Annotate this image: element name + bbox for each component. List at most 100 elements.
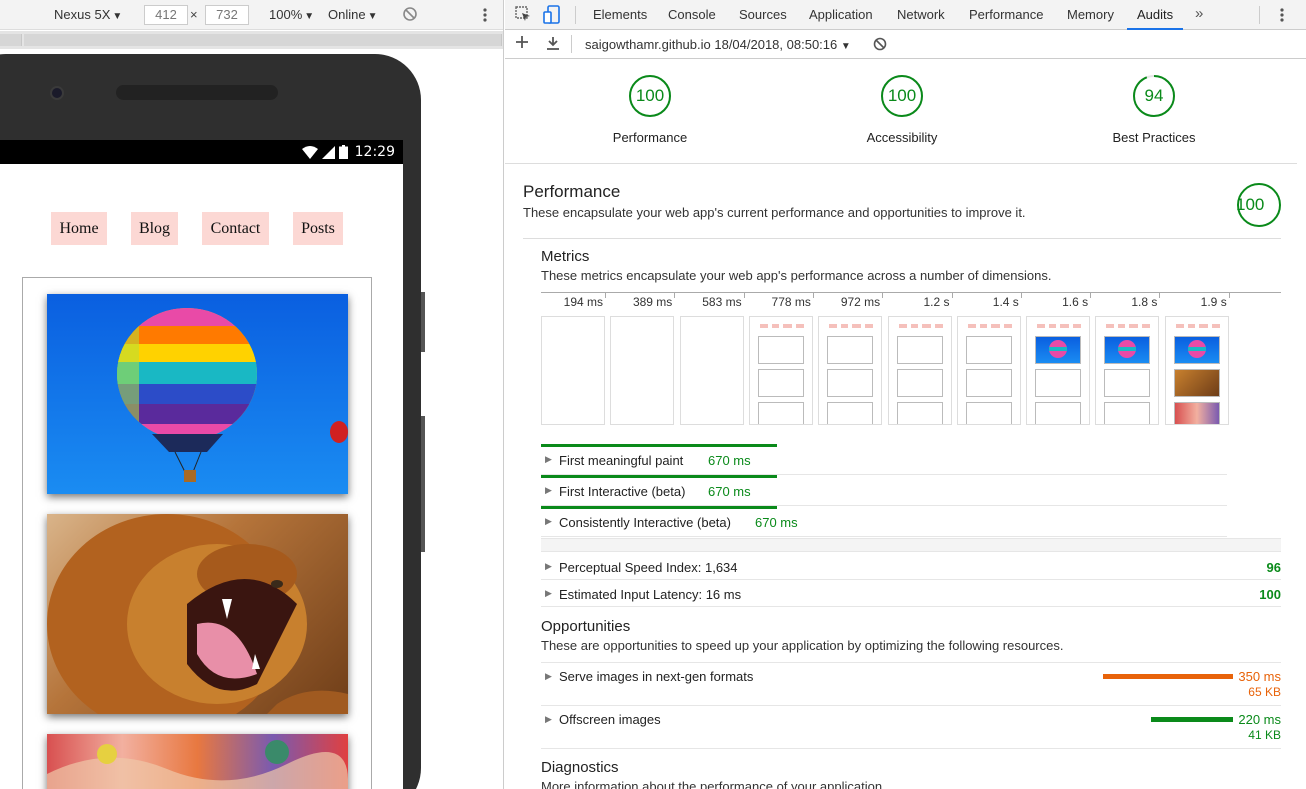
metric-first-interactive[interactable]: ▶ First Interactive (beta) 670 ms [541, 475, 1227, 506]
device-select-label: Nexus 5X [54, 7, 111, 22]
performance-score-gauge: 100 [1236, 182, 1282, 228]
filmstrip-frame [610, 316, 675, 425]
metrics-group: Metrics These metrics encapsulate your w… [541, 248, 1281, 283]
opportunities-description: These are opportunities to speed up your… [541, 638, 1064, 653]
device-emulation-pane: Nexus 5X ▼ 412 × 732 100% ▼ Online ▼ 12:29 … [0, 0, 504, 789]
frame-thumbnail [1173, 402, 1220, 424]
device-toolbar-icon[interactable] [543, 5, 561, 24]
section-description: These encapsulate your web app's current… [523, 205, 1026, 220]
metric-perceptual-speed-index[interactable]: ▶ Perceptual Speed Index: 1,634 96 [541, 553, 1281, 580]
frame-thumbnail [896, 369, 943, 397]
gauge-label: Best Practices [1112, 130, 1196, 145]
frame-nav-thumbnail [967, 324, 1012, 328]
phone-side-button [421, 416, 425, 552]
gauge-accessibility[interactable]: 100 Accessibility [822, 74, 982, 145]
opportunity-size: 65 KB [1248, 685, 1281, 699]
frame-thumbnail [1035, 402, 1082, 424]
phone-side-button [421, 292, 425, 352]
media-query-segment[interactable] [0, 34, 22, 46]
media-query-ruler[interactable] [0, 31, 503, 49]
expand-arrow-icon: ▶ [545, 561, 552, 571]
timeline-tick-mark [812, 292, 814, 298]
devtools-tab-bar: Elements Console Sources Application Net… [505, 0, 1306, 30]
frame-thumbnail [757, 402, 804, 424]
tab-application[interactable]: Application [809, 0, 873, 30]
metric-first-meaningful-paint[interactable]: ▶ First meaningful paint 670 ms [541, 444, 1227, 475]
metric-label: Perceptual Speed Index: 1,634 [559, 560, 738, 575]
phone-speaker [116, 85, 278, 100]
gauge-performance[interactable]: 100 Performance [570, 74, 730, 145]
frame-nav-thumbnail [1175, 324, 1220, 328]
tab-elements[interactable]: Elements [593, 0, 647, 30]
diagnostics-group: Diagnostics More information about the p… [541, 759, 1281, 789]
tab-audits[interactable]: Audits [1127, 0, 1184, 30]
opportunity-label: Offscreen images [559, 712, 661, 727]
inspect-element-icon[interactable] [515, 6, 531, 23]
tab-network[interactable]: Network [897, 0, 945, 30]
tab-console[interactable]: Console [668, 0, 716, 30]
timeline-tick-mark [1020, 292, 1022, 298]
device-select[interactable]: Nexus 5X ▼ [54, 7, 122, 22]
nav-blog[interactable]: Blog [131, 212, 178, 245]
more-tabs-icon[interactable]: » [1195, 5, 1203, 22]
gauge-best-practices[interactable]: 94 Best Practices [1074, 74, 1234, 145]
timeline-tick-mark [605, 292, 606, 298]
metric-score: 100 [1259, 587, 1281, 602]
phone-screen: 12:29 Home Blog Contact Posts [0, 140, 403, 789]
expand-arrow-icon: ▶ [545, 516, 552, 526]
timeline-tick-label: 778 ms [771, 295, 811, 309]
audit-report-select[interactable]: saigowthamr.github.io 18/04/2018, 08:50:… [585, 37, 851, 52]
battery-icon [338, 145, 348, 159]
frame-thumbnail [965, 402, 1012, 424]
height-input[interactable]: 732 [205, 5, 249, 25]
width-input[interactable]: 412 [144, 5, 188, 25]
expand-arrow-icon: ▶ [545, 588, 552, 598]
more-options-icon[interactable] [480, 6, 490, 24]
opportunity-next-gen-images[interactable]: ▶ Serve images in next-gen formats 350 m… [541, 662, 1281, 705]
timeline-tick-mark [951, 292, 953, 298]
tab-performance[interactable]: Performance [969, 0, 1043, 30]
diagnostics-description: More information about the performance o… [541, 779, 886, 789]
network-select-label: Online [328, 7, 366, 22]
opportunity-offscreen-images[interactable]: ▶ Offscreen images 220 ms 41 KB [541, 705, 1281, 748]
frame-nav-thumbnail [1106, 324, 1151, 328]
metric-consistently-interactive[interactable]: ▶ Consistently Interactive (beta) 670 ms [541, 506, 1227, 537]
rotate-icon[interactable] [402, 6, 418, 22]
tab-sources[interactable]: Sources [739, 0, 787, 30]
frame-thumbnail [1173, 336, 1220, 364]
nav-home[interactable]: Home [51, 212, 107, 245]
expand-arrow-icon: ▶ [545, 454, 552, 464]
timeline-tick-mark [1159, 292, 1161, 298]
audit-report-label: saigowthamr.github.io 18/04/2018, 08:50:… [585, 37, 838, 52]
filmstrip-frame [818, 316, 883, 425]
balloon-image [47, 294, 348, 494]
wifi-icon [301, 145, 318, 159]
nav-contact[interactable]: Contact [202, 212, 269, 245]
metric-value: 670 ms [708, 484, 751, 499]
timeline-tick-mark [1228, 292, 1230, 298]
device-toolbar: Nexus 5X ▼ 412 × 732 100% ▼ Online ▼ [0, 0, 503, 30]
frame-nav-thumbnail [898, 324, 943, 328]
zoom-select[interactable]: 100% ▼ [269, 7, 314, 22]
status-bar: 12:29 [0, 140, 403, 164]
toolbar-divider [575, 6, 576, 24]
frame-nav-thumbnail [759, 324, 804, 328]
phone-camera [50, 86, 64, 100]
clear-icon[interactable] [873, 37, 887, 51]
network-throttle-select[interactable]: Online ▼ [328, 7, 377, 22]
divider [523, 238, 1281, 239]
tab-memory[interactable]: Memory [1067, 0, 1114, 30]
download-icon[interactable] [546, 36, 560, 50]
gauge-ring: 100 [628, 74, 672, 118]
gauge-ring: 94 [1132, 74, 1176, 118]
filmstrip-frame [748, 316, 813, 425]
media-query-segment[interactable] [24, 34, 502, 46]
devtools-menu-icon[interactable] [1277, 6, 1287, 24]
gauge-score: 100 [887, 86, 917, 105]
expand-arrow-icon: ▶ [545, 671, 552, 681]
metric-estimated-input-latency[interactable]: ▶ Estimated Input Latency: 16 ms 100 [541, 580, 1281, 607]
add-icon[interactable] [515, 35, 529, 49]
nav-posts[interactable]: Posts [293, 212, 343, 245]
metric-label: First meaningful paint [559, 453, 684, 468]
metric-label: Estimated Input Latency: 16 ms [559, 587, 742, 602]
